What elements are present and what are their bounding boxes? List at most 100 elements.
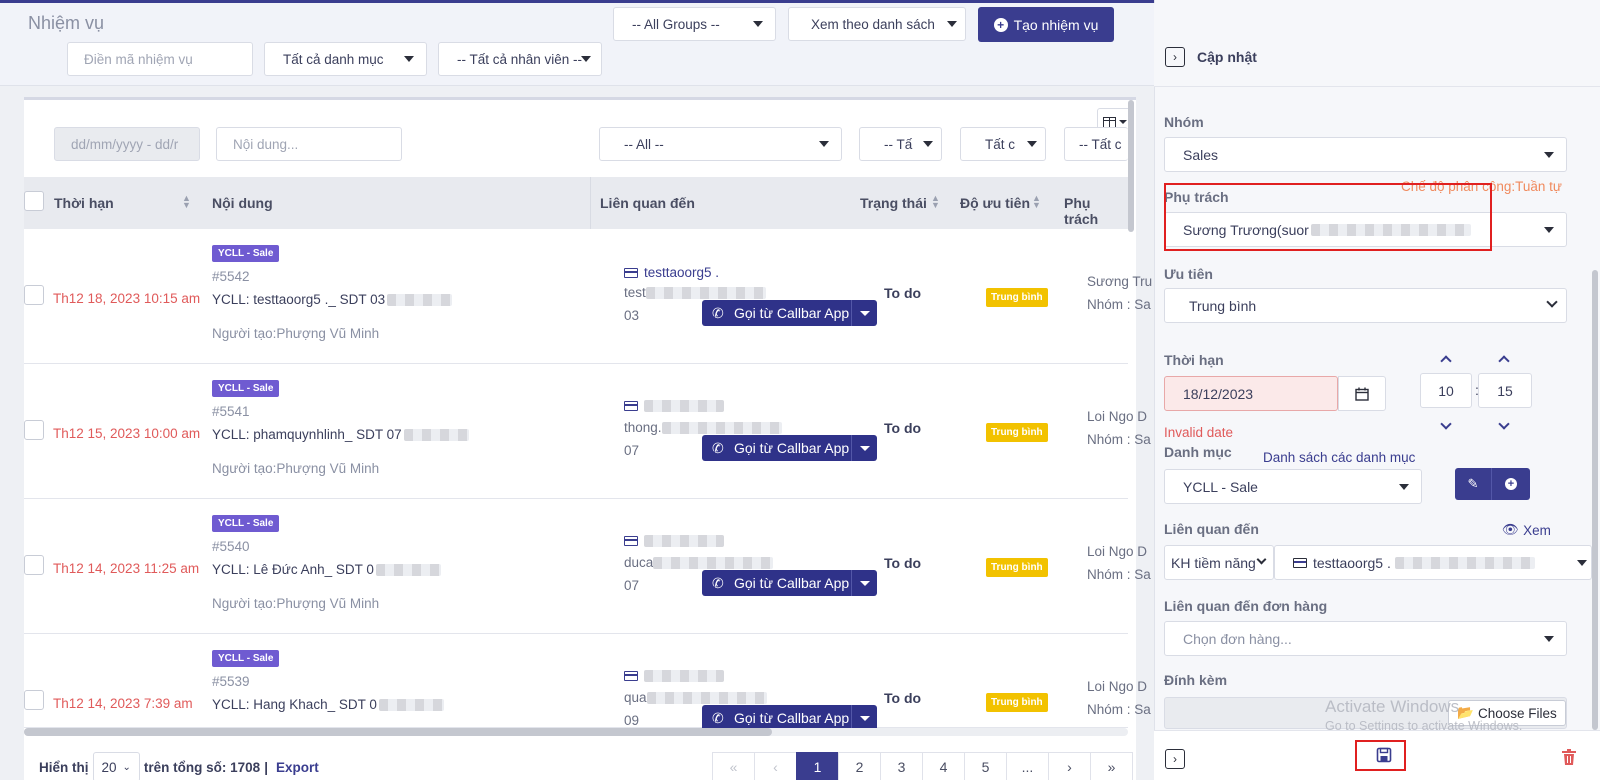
page-5[interactable]: 5 — [964, 752, 1007, 780]
status-filter-select[interactable]: -- Tấ — [859, 127, 942, 161]
redacted-text — [375, 564, 441, 577]
panel-scrollbar[interactable] — [1592, 270, 1598, 730]
task-id[interactable]: #5542 — [212, 269, 250, 284]
collapse-panel-footer-icon[interactable]: › — [1165, 749, 1185, 769]
owner-filter-select[interactable]: -- Tất c — [1064, 127, 1128, 161]
date-range-placeholder: dd/mm/yyyy - dd/r — [71, 136, 179, 152]
task-content[interactable]: YCLL: testtaoorg5 ._ SDT 03 — [212, 292, 453, 307]
priority-filter-select[interactable]: Tất c — [960, 127, 1046, 161]
task-status: To do — [884, 285, 922, 301]
related-name[interactable]: testtaoorg5 . — [624, 265, 719, 280]
call-callbar-button[interactable]: ✆ Gọi từ Callbar App — [702, 435, 877, 461]
hour-input[interactable]: 10 — [1420, 373, 1472, 408]
row-checkbox[interactable] — [24, 555, 44, 575]
priority-filter-value: Tất c — [985, 136, 1016, 152]
task-id[interactable]: #5541 — [212, 404, 250, 419]
order-label: Liên quan đến đơn hàng — [1164, 598, 1328, 614]
order-select[interactable]: Chọn đơn hàng... — [1164, 621, 1567, 656]
content-search-input[interactable]: Nội dung... — [216, 127, 402, 161]
delete-button[interactable] — [1562, 749, 1576, 765]
related-name[interactable] — [624, 400, 724, 412]
page-prev[interactable]: ‹ — [754, 752, 797, 780]
category-actions: ✎ + — [1455, 468, 1530, 500]
minute-input[interactable]: 15 — [1478, 373, 1532, 408]
task-code-input[interactable]: Điền mã nhiệm vụ — [67, 42, 253, 76]
table-row[interactable]: Th12 18, 2023 10:15 am YCLL - Sale #5542 YC… — [24, 229, 1152, 364]
content-search-placeholder: Nội dung... — [233, 136, 299, 152]
col-priority[interactable]: Độ ưu tiên — [960, 195, 1030, 211]
export-link[interactable]: Export — [276, 760, 319, 775]
page-next[interactable]: › — [1048, 752, 1091, 780]
page-first[interactable]: « — [712, 752, 755, 780]
call-callbar-button[interactable]: ✆ Gọi từ Callbar App — [702, 300, 877, 326]
group-label: Nhóm — [1164, 114, 1204, 130]
groups-select[interactable]: -- All Groups -- — [613, 7, 776, 41]
task-content[interactable]: YCLL: Hang Khach_ SDT 0 — [212, 697, 444, 712]
add-category-button[interactable]: + — [1492, 468, 1530, 500]
sort-icon[interactable]: ▲ ▼ — [182, 194, 191, 210]
row-checkbox[interactable] — [24, 420, 44, 440]
staff-filter-select[interactable]: -- Tất cả nhân viên -- — [438, 42, 602, 76]
table-row[interactable]: Th12 14, 2023 11:25 am YCLL - Sale #5540 YC… — [24, 499, 1151, 634]
related-label: Liên quan đến — [1164, 521, 1259, 537]
sort-icon[interactable]: ▲ ▼ — [931, 194, 940, 210]
chevron-down-icon — [753, 21, 763, 27]
col-status[interactable]: Trạng thái — [860, 195, 927, 211]
calendar-button[interactable] — [1338, 376, 1386, 411]
related-entity-select[interactable]: testtaoorg5 . — [1274, 545, 1592, 580]
plus-circle-icon: + — [993, 17, 1008, 32]
view-related-link[interactable]: 👁 Xem — [1502, 522, 1551, 538]
view-mode-select[interactable]: Xem theo danh sách — [788, 7, 966, 41]
page-2[interactable]: 2 — [838, 752, 881, 780]
priority-value: Trung bình — [1189, 297, 1257, 314]
row-deadline: Th12 18, 2023 10:15 am — [53, 291, 201, 306]
create-task-button[interactable]: + Tạo nhiệm vụ — [978, 7, 1114, 42]
call-callbar-button[interactable]: ✆ Gọi từ Callbar App — [702, 570, 877, 596]
owner-group: Nhóm : Sa — [1087, 297, 1151, 312]
row-checkbox[interactable] — [24, 285, 44, 305]
trash-icon — [1562, 749, 1576, 765]
related-type-select[interactable]: KH tiềm năng — [1164, 545, 1274, 580]
deadline-date-input[interactable]: 18/12/2023 — [1164, 376, 1338, 411]
call-options-dropdown[interactable] — [851, 570, 877, 596]
col-deadline[interactable]: Thời hạn — [54, 195, 114, 211]
table-vertical-scrollbar[interactable] — [1128, 100, 1134, 232]
task-creator: Người tạo:Phượng Vũ Minh — [212, 326, 380, 341]
edit-category-button[interactable]: ✎ — [1455, 468, 1492, 500]
task-id[interactable]: #5540 — [212, 539, 250, 554]
task-status: To do — [884, 690, 922, 706]
category-filter-select[interactable]: Tất cả danh mục — [264, 42, 427, 76]
card-icon — [624, 267, 638, 278]
row-checkbox[interactable] — [24, 690, 44, 710]
pagination: « ‹ 1 2 3 4 5 ... › » — [712, 752, 1133, 780]
page-last[interactable]: » — [1090, 752, 1133, 780]
related-name[interactable] — [624, 535, 724, 547]
related-filter-select[interactable]: -- All -- — [599, 127, 842, 161]
page-4[interactable]: 4 — [922, 752, 965, 780]
view-link-label: Xem — [1523, 522, 1551, 538]
table-row[interactable]: Th12 15, 2023 10:00 am YCLL - Sale #5541 YC… — [24, 364, 1151, 499]
task-content[interactable]: YCLL: Lê Đức Anh_ SDT 0 — [212, 562, 441, 577]
call-options-dropdown[interactable] — [851, 300, 877, 326]
call-options-dropdown[interactable] — [851, 435, 877, 461]
redacted-text — [387, 294, 453, 307]
category-select[interactable]: YCLL - Sale — [1164, 469, 1422, 504]
collapse-panel-icon[interactable]: › — [1165, 47, 1185, 67]
table-row[interactable]: Th12 14, 2023 7:39 am YCLL - Sale #5539 YCL… — [24, 634, 1151, 731]
task-content[interactable]: YCLL: phamquynhlinh_ SDT 07 — [212, 427, 469, 442]
group-select[interactable]: Sales — [1164, 137, 1567, 172]
table-horizontal-scrollbar[interactable] — [24, 728, 772, 736]
sort-icon[interactable]: ▲ ▼ — [1032, 194, 1041, 210]
owner-name: Loi Ngo D — [1087, 544, 1148, 559]
page-1[interactable]: 1 — [796, 752, 839, 780]
category-list-link[interactable]: Danh sách các danh mục — [1263, 450, 1415, 465]
priority-select[interactable]: Trung bình — [1164, 288, 1567, 323]
page-3[interactable]: 3 — [880, 752, 923, 780]
related-name[interactable] — [624, 670, 724, 682]
related-email-text: test — [624, 285, 646, 300]
chevron-down-icon — [859, 715, 870, 721]
page-size-select[interactable]: 20 ⌄ — [92, 752, 140, 780]
date-range-input[interactable]: dd/mm/yyyy - dd/r — [54, 127, 200, 161]
select-all-checkbox[interactable] — [24, 191, 44, 211]
task-id[interactable]: #5539 — [212, 674, 250, 689]
